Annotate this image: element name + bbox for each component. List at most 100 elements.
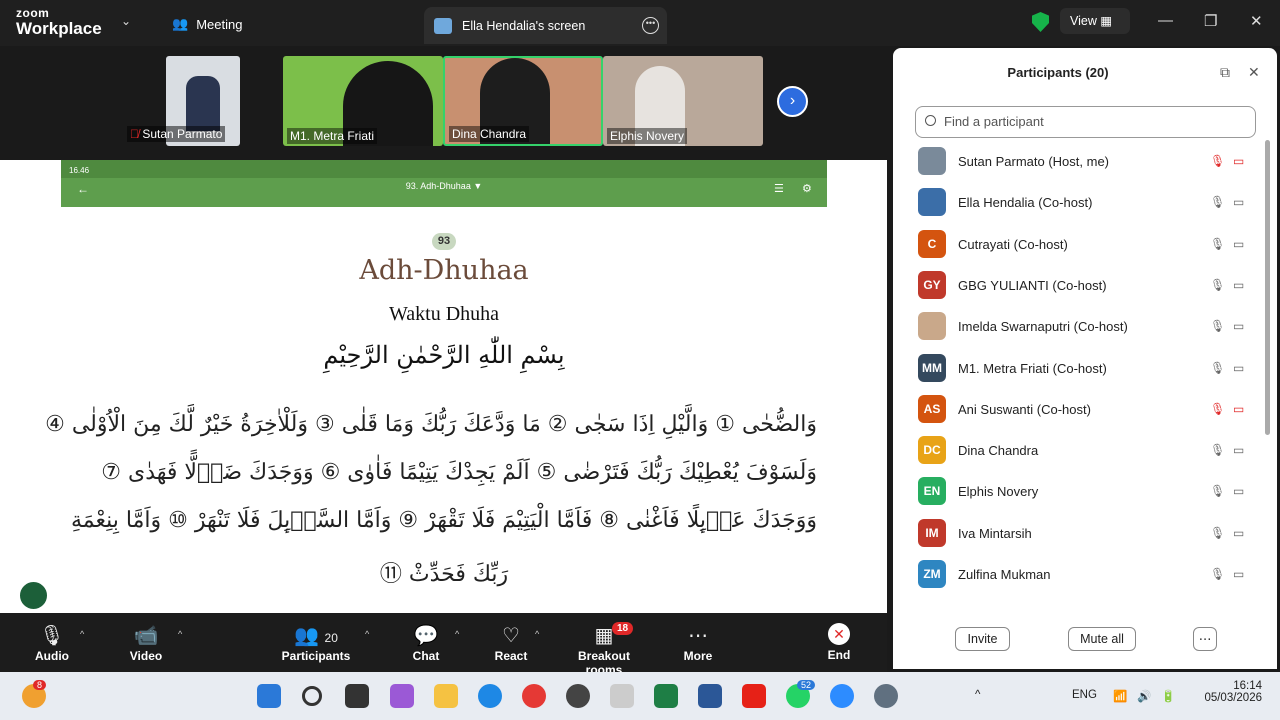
invite-button[interactable]: Invite <box>955 627 1010 651</box>
participant-row[interactable]: AS Ani Suswanti (Co-host) 🎙 ▭ <box>918 389 1268 430</box>
mic-muted-icon: 🎙 <box>39 625 65 647</box>
edge-icon[interactable] <box>478 684 502 708</box>
mic-muted-icon[interactable]: 🎙 <box>1210 402 1225 416</box>
view-button[interactable]: View ▦ <box>1060 8 1130 34</box>
mic-icon[interactable]: 🎙 <box>1210 319 1225 333</box>
more-options-button[interactable]: ⋯ <box>1193 627 1217 651</box>
audio-options-caret[interactable]: ^ <box>80 629 84 639</box>
copilot-icon[interactable] <box>390 684 414 708</box>
participant-row[interactable]: DC Dina Chandra 🎙 ▭ <box>918 430 1268 471</box>
restore-icon[interactable]: ❐ <box>1204 12 1217 30</box>
search-input[interactable]: Find a participant <box>915 106 1256 138</box>
video-icon[interactable]: ▭ <box>1233 526 1244 540</box>
react-options-caret[interactable]: ^ <box>535 629 539 639</box>
task-view-icon[interactable] <box>345 684 369 708</box>
participant-row[interactable]: GY GBG YULIANTI (Co-host) 🎙 ▭ <box>918 265 1268 306</box>
video-icon[interactable]: ▭ <box>1233 278 1244 292</box>
video-icon[interactable]: ▭ <box>1233 484 1244 498</box>
close-icon[interactable]: ✕ <box>1250 12 1263 30</box>
chat-options-caret[interactable]: ^ <box>455 629 459 639</box>
close-panel-icon[interactable]: ✕ <box>1248 64 1260 81</box>
mic-icon[interactable]: 🎙 <box>1210 567 1225 581</box>
language-indicator[interactable]: ENG <box>1072 689 1097 701</box>
video-icon[interactable]: ▭ <box>1233 361 1244 375</box>
participants-button[interactable]: 👥 20 Participants <box>280 623 352 663</box>
participants-options-caret[interactable]: ^ <box>365 629 369 639</box>
video-tile-active[interactable]: Dina Chandra <box>443 56 603 146</box>
video-icon[interactable]: ▭ <box>1233 567 1244 581</box>
participant-row[interactable]: Sutan Parmato (Host, me) 🎙 ▭ <box>918 141 1268 182</box>
volume-icon[interactable]: 🔊 <box>1137 689 1151 703</box>
excel-icon[interactable] <box>654 684 678 708</box>
video-icon[interactable]: ▭ <box>1233 237 1244 251</box>
participants-label: Participants <box>281 649 351 663</box>
mute-all-button[interactable]: Mute all <box>1068 627 1136 651</box>
meeting-button[interactable]: 👥 Meeting <box>172 16 242 32</box>
zoom-icon[interactable] <box>830 684 854 708</box>
participant-row[interactable]: Imelda Swarnaputri (Co-host) 🎙 ▭ <box>918 306 1268 347</box>
shield-icon[interactable] <box>1032 12 1049 32</box>
minimize-icon[interactable]: — <box>1158 12 1173 29</box>
participant-row[interactable]: EN Elphis Novery 🎙 ▭ <box>918 471 1268 512</box>
video-button[interactable]: 📹 Video <box>124 623 168 663</box>
more-button[interactable]: ⋯ More <box>680 623 716 663</box>
surah-header[interactable]: 93. Adh-Dhuhaa ▼ <box>61 181 827 191</box>
participant-row[interactable]: C Cutrayati (Co-host) 🎙 ▭ <box>918 224 1268 265</box>
video-icon[interactable]: ▭ <box>1233 443 1244 457</box>
battery-icon[interactable]: 🔋 <box>1161 689 1175 703</box>
wifi-icon[interactable]: 📶 <box>1113 689 1127 703</box>
word-icon[interactable] <box>698 684 722 708</box>
next-page-button[interactable]: › <box>777 86 808 117</box>
ayah-line: رَبِّكَ فَحَدِّثْ ⑪ <box>379 562 509 587</box>
clock[interactable]: 16:14 05/03/2026 <box>1198 680 1262 704</box>
audio-button[interactable]: 🎙 Audio <box>30 623 74 663</box>
end-button[interactable]: ✕ End <box>822 623 856 662</box>
react-button[interactable]: ♡ React <box>492 623 530 663</box>
zoom-logo: zoom Workplace <box>16 7 102 37</box>
grid-icon: ▦ <box>1100 14 1113 28</box>
annotate-pen-button[interactable] <box>18 580 49 611</box>
settings-icon[interactable]: ⚙ <box>802 182 812 195</box>
participant-row[interactable]: MM M1. Metra Friati (Co-host) 🎙 ▭ <box>918 348 1268 389</box>
mic-icon[interactable]: 🎙 <box>1210 361 1225 375</box>
file-explorer-icon[interactable] <box>434 684 458 708</box>
search-icon[interactable] <box>302 686 322 706</box>
video-tile[interactable]: Elphis Novery <box>603 56 763 146</box>
participant-row[interactable]: ZM Zulfina Mukman 🎙 ▭ <box>918 554 1268 595</box>
youtube-icon[interactable] <box>742 684 766 708</box>
video-icon[interactable]: ▭ <box>1233 319 1244 333</box>
video-tile[interactable]: M1. Metra Friati <box>283 56 443 146</box>
mic-muted-icon[interactable]: 🎙 <box>1210 154 1225 168</box>
video-off-icon[interactable]: ▭ <box>1233 402 1244 416</box>
more-icon[interactable]: ••• <box>642 17 659 34</box>
participant-name: Dina Chandra <box>958 443 1039 459</box>
app-icon[interactable] <box>566 684 590 708</box>
avatar <box>918 312 946 341</box>
chrome-icon[interactable] <box>522 684 546 708</box>
video-options-caret[interactable]: ^ <box>178 629 182 639</box>
video-off-icon[interactable]: ▭ <box>1233 154 1244 168</box>
chevron-up-icon[interactable]: ^ <box>975 689 980 701</box>
participant-row[interactable]: Ella Hendalia (Co-host) 🎙 ▭ <box>918 182 1268 223</box>
popout-icon[interactable]: ⧉ <box>1220 64 1230 81</box>
video-icon[interactable]: ▭ <box>1233 195 1244 209</box>
app-header: 16.46 ← 93. Adh-Dhuhaa ▼ ☰ ⚙ <box>61 160 827 207</box>
snipping-icon[interactable] <box>610 684 634 708</box>
mic-icon[interactable]: 🎙 <box>1210 195 1225 209</box>
participant-row[interactable]: IM Iva Mintarsih 🎙 ▭ <box>918 513 1268 554</box>
mic-icon[interactable]: 🎙 <box>1210 443 1225 457</box>
chevron-down-icon[interactable]: ⌄ <box>121 14 131 28</box>
chat-button[interactable]: 💬 Chat <box>406 623 446 663</box>
mic-icon[interactable]: 🎙 <box>1210 526 1225 540</box>
breakout-rooms-button[interactable]: ▦ Breakout rooms <box>558 623 650 677</box>
mic-icon[interactable]: 🎙 <box>1210 278 1225 292</box>
list-icon[interactable]: ☰ <box>774 182 784 195</box>
mic-icon[interactable]: 🎙 <box>1210 484 1225 498</box>
clock-time: 16:14 <box>1233 680 1262 692</box>
settings-icon[interactable] <box>874 684 898 708</box>
share-tab[interactable]: Ella Hendalia's screen ••• <box>424 7 667 44</box>
mic-icon[interactable]: 🎙 <box>1210 237 1225 251</box>
participant-name: Elphis Novery <box>958 484 1039 500</box>
participant-name: Cutrayati (Co-host) <box>958 236 1068 252</box>
start-icon[interactable] <box>257 684 281 708</box>
